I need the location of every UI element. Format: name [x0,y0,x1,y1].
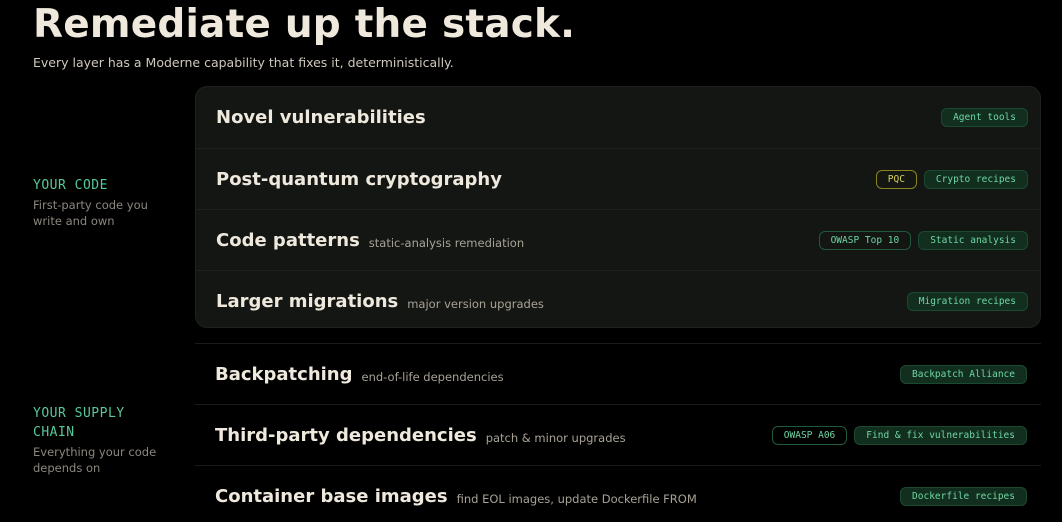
row-title: Post-quantum cryptography [216,169,502,190]
tag-find-fix-vulnerabilities[interactable]: Find & fix vulnerabilities [854,426,1027,445]
tag-crypto-recipes[interactable]: Crypto recipes [923,170,1028,189]
row-title: Larger migrations [216,291,399,312]
your-code-card: Novel vulnerabilities Agent tools Post-q… [195,86,1041,328]
tag-owasp-a06[interactable]: OWASP A06 [771,426,848,445]
section-label-supply-chain: YOUR SUPPLY CHAIN Everything your code d… [33,404,173,476]
tag-owasp-top-10[interactable]: OWASP Top 10 [818,231,912,250]
list-item: Backpatching end-of-life dependencies Ba… [195,343,1041,404]
row-subtitle: find EOL images, update Dockerfile FROM [456,491,697,506]
tag-dockerfile-recipes[interactable]: Dockerfile recipes [900,487,1027,506]
row-subtitle: major version upgrades [407,296,544,311]
section-label-your-code: YOUR CODE First-party code you write and… [33,176,173,229]
tag-static-analysis[interactable]: Static analysis [918,231,1028,250]
list-item: Novel vulnerabilities Agent tools [196,87,1040,148]
page-subtitle: Every layer has a Moderne capability tha… [33,55,454,70]
row-title: Code patterns [216,230,360,251]
list-item: Code patterns static-analysis remediatio… [196,209,1040,270]
row-subtitle: end-of-life dependencies [361,369,504,384]
row-subtitle: patch & minor upgrades [485,430,626,445]
section-heading: YOUR CODE [33,178,108,193]
list-item: Container base images find EOL images, u… [195,465,1041,522]
row-title: Third-party dependencies [215,425,477,446]
section-heading: YOUR SUPPLY CHAIN [33,406,125,440]
supply-chain-list: Backpatching end-of-life dependencies Ba… [195,343,1041,522]
row-title: Novel vulnerabilities [216,107,426,128]
section-description: First-party code you write and own [33,198,148,228]
list-item: Post-quantum cryptography PQC Crypto rec… [196,148,1040,209]
row-subtitle: static-analysis remediation [368,235,525,250]
remediation-page: Remediate up the stack. Every layer has … [0,0,1062,522]
row-title: Backpatching [215,364,353,385]
row-title: Container base images [215,486,448,507]
list-item: Larger migrations major version upgrades… [196,270,1040,327]
list-item: Third-party dependencies patch & minor u… [195,404,1041,465]
section-description: Everything your code depends on [33,445,157,475]
tag-pqc[interactable]: PQC [875,170,917,189]
tag-agent-tools[interactable]: Agent tools [941,108,1028,127]
tag-migration-recipes[interactable]: Migration recipes [906,292,1028,311]
tag-backpatch-alliance[interactable]: Backpatch Alliance [900,365,1027,384]
page-title: Remediate up the stack. [33,2,576,47]
